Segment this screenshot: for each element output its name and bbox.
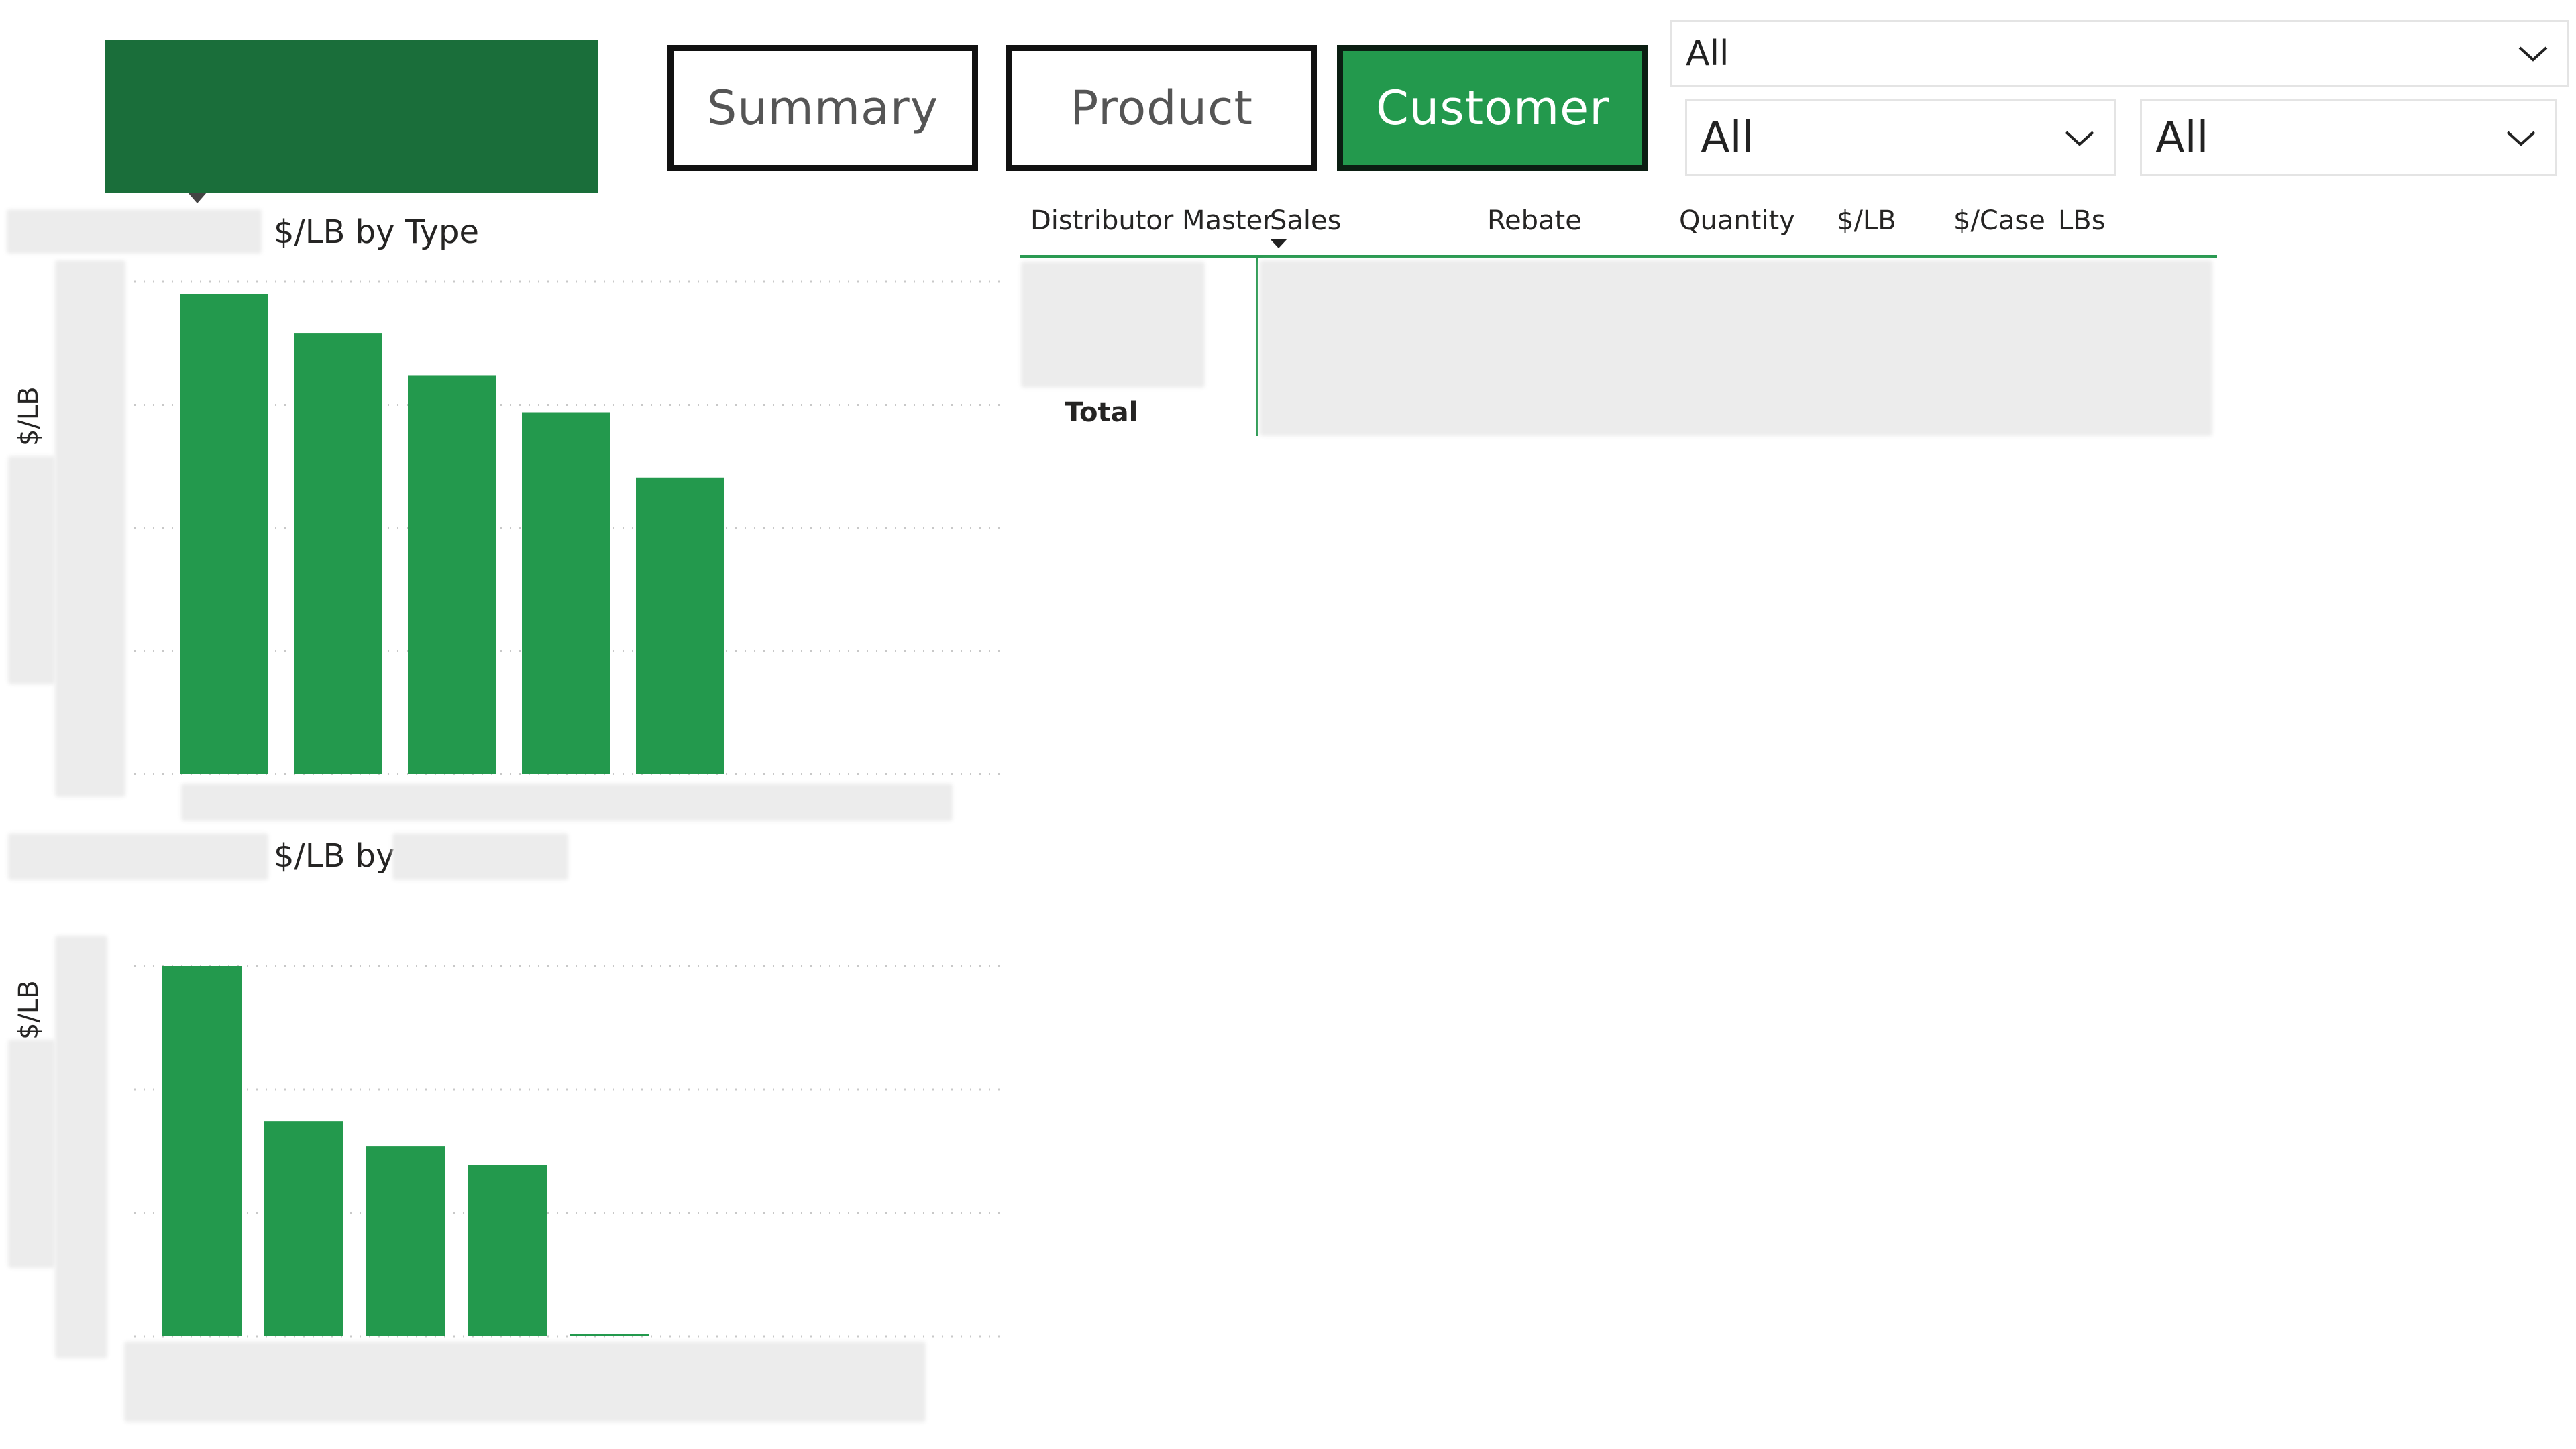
y-axis-label: $/LB [13,386,44,446]
chevron-down-icon [2518,46,2548,62]
redacted-axis-text [8,456,55,684]
bar[interactable] [636,477,724,774]
column-header-dollars-per-lb[interactable]: $/LB [1837,205,1896,236]
column-header-lbs[interactable]: LBs [2058,205,2106,236]
banner-pointer-icon [188,193,207,203]
redacted-table-values [1260,260,2212,436]
chevron-down-icon [2506,131,2536,146]
chart-title: $/LB by Type [274,213,480,251]
filter-value: All [1701,113,1754,163]
category-bar-chart [134,965,1000,1338]
column-header-dollars-per-case[interactable]: $/Case [1953,205,2045,236]
brand-banner [105,40,598,193]
sort-down-icon [1270,239,1287,248]
header-divider [1020,255,2217,258]
bar[interactable] [162,966,241,1336]
bar[interactable] [570,1334,649,1336]
bar[interactable] [180,294,268,775]
redacted-tick-labels [55,936,107,1358]
redacted-axis-text [8,1040,55,1268]
chevron-down-icon [2065,131,2094,146]
column-header-rebate[interactable]: Rebate [1487,205,1582,236]
y-axis-label: $/LB [13,980,44,1040]
type-bar-chart [134,280,1000,775]
redacted-chart-prefix [8,833,268,880]
redacted-chart-suffix [392,833,568,880]
column-header-distributor-master[interactable]: Distributor Master [1030,205,1274,236]
table-total-label: Total [1065,397,1138,428]
bar[interactable] [294,333,382,774]
redacted-category-labels [124,1342,926,1422]
bar[interactable] [408,375,496,774]
redacted-chart-prefix [7,209,262,254]
redacted-row-labels [1021,262,1205,388]
product-nav-button[interactable]: Product [1006,45,1317,171]
redacted-tick-labels [55,260,125,797]
bar[interactable] [366,1146,445,1336]
column-header-sales[interactable]: Sales [1270,205,1341,236]
bar[interactable] [264,1121,343,1336]
customer-nav-button[interactable]: Customer [1337,45,1648,171]
filter-value: All [1686,34,1729,74]
bar[interactable] [522,412,610,774]
filter-value: All [2155,113,2209,163]
bar[interactable] [468,1165,547,1336]
chart-title: $/LB by [274,837,395,875]
row-header-divider [1256,258,1258,436]
column-header-quantity[interactable]: Quantity [1679,205,1795,236]
filter-dropdown-top[interactable]: All [1670,20,2569,87]
summary-nav-button[interactable]: Summary [667,45,978,171]
filter-dropdown-right[interactable]: All [2140,99,2557,176]
filter-dropdown-left[interactable]: All [1685,99,2116,176]
